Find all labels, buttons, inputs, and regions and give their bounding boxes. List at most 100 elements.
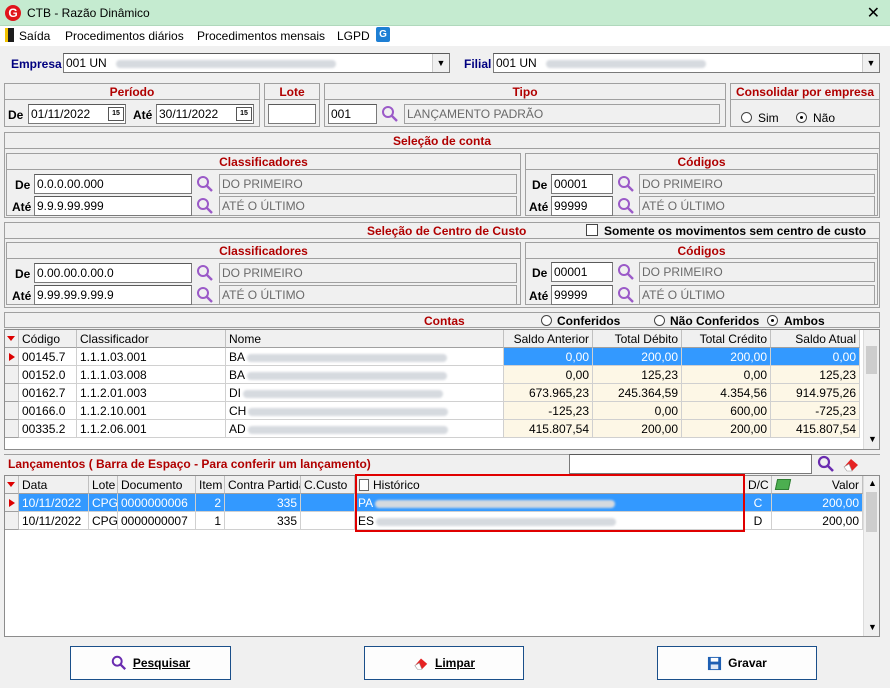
- lancamentos-search-input[interactable]: [569, 454, 812, 474]
- table-cell-nome[interactable]: CH: [226, 402, 504, 420]
- empresa-select[interactable]: 001 UN: [63, 53, 450, 73]
- table-cell-documento[interactable]: 0000000007: [118, 512, 196, 530]
- column-header[interactable]: C.Custo: [301, 476, 355, 494]
- search-icon[interactable]: [381, 105, 399, 123]
- scroll-down-icon[interactable]: ▼: [868, 434, 877, 444]
- scroll-thumb[interactable]: [866, 346, 877, 374]
- table-cell-saldo_anterior[interactable]: 0,00: [504, 366, 593, 384]
- column-header[interactable]: Lote: [89, 476, 118, 494]
- lote-input[interactable]: [268, 104, 316, 124]
- table-cell-dc[interactable]: C: [745, 494, 772, 512]
- lancamentos-scrollbar[interactable]: ▲ ▼: [863, 476, 879, 636]
- column-header[interactable]: Total Crédito: [682, 330, 771, 348]
- scroll-up-icon[interactable]: ▲: [868, 478, 877, 488]
- gravar-button[interactable]: Gravar: [657, 646, 817, 680]
- search-icon[interactable]: [196, 286, 214, 304]
- table-cell-data[interactable]: 10/11/2022: [19, 494, 89, 512]
- table-cell-nome[interactable]: BA: [226, 348, 504, 366]
- table-cell-total_credito[interactable]: 0,00: [682, 366, 771, 384]
- table-cell-classificador[interactable]: 1.1.1.03.001: [77, 348, 226, 366]
- column-header[interactable]: Documento: [118, 476, 196, 494]
- table-cell-total_credito[interactable]: 600,00: [682, 402, 771, 420]
- column-header[interactable]: Contra Partida: [225, 476, 301, 494]
- filial-select[interactable]: 001 UN: [493, 53, 880, 73]
- table-cell-codigo[interactable]: 00162.7: [19, 384, 77, 402]
- table-cell-saldo_anterior[interactable]: 673.965,23: [504, 384, 593, 402]
- search-icon[interactable]: [196, 175, 214, 193]
- table-cell-total_credito[interactable]: 200,00: [682, 348, 771, 366]
- filial-dropdown-icon[interactable]: ▼: [862, 54, 879, 72]
- conta-class-de-input[interactable]: 0.0.0.00.000: [34, 174, 192, 194]
- column-header[interactable]: Item: [196, 476, 225, 494]
- table-cell-codigo[interactable]: 00152.0: [19, 366, 77, 384]
- cc-cod-de-input[interactable]: 00001: [551, 262, 613, 282]
- column-header[interactable]: Saldo Anterior: [504, 330, 593, 348]
- table-cell-nome[interactable]: AD: [226, 420, 504, 438]
- empresa-dropdown-icon[interactable]: ▼: [432, 54, 449, 72]
- column-header[interactable]: D/C: [745, 476, 772, 494]
- search-icon[interactable]: [617, 263, 635, 281]
- menu-procedimentos-mensais[interactable]: Procedimentos mensais: [197, 29, 325, 43]
- pesquisar-button[interactable]: Pesquisar: [70, 646, 231, 680]
- row-indicator[interactable]: [5, 384, 19, 402]
- table-cell-classificador[interactable]: 1.1.2.06.001: [77, 420, 226, 438]
- column-header[interactable]: Saldo Atual: [771, 330, 860, 348]
- search-icon[interactable]: [617, 175, 635, 193]
- column-header[interactable]: Nome: [226, 330, 504, 348]
- table-cell-total_debito[interactable]: 125,23: [593, 366, 682, 384]
- tipo-code-input[interactable]: 001: [328, 104, 377, 124]
- cc-cod-ate-input[interactable]: 99999: [551, 285, 613, 305]
- table-cell-codigo[interactable]: 00335.2: [19, 420, 77, 438]
- filter-nao-conferidos-radio[interactable]: [654, 315, 665, 326]
- column-header[interactable]: Código: [19, 330, 77, 348]
- contas-scrollbar[interactable]: ▼: [863, 330, 879, 449]
- filter-conferidos-radio[interactable]: [541, 315, 552, 326]
- table-cell-codigo[interactable]: 00166.0: [19, 402, 77, 420]
- lgpd-app-icon[interactable]: G: [376, 27, 390, 42]
- column-header[interactable]: Data: [19, 476, 89, 494]
- table-cell-total_credito[interactable]: 200,00: [682, 420, 771, 438]
- row-indicator[interactable]: [5, 402, 19, 420]
- menu-saida[interactable]: Saída: [19, 29, 50, 43]
- table-cell-saldo_atual[interactable]: -725,23: [771, 402, 860, 420]
- table-cell-saldo_anterior[interactable]: -125,23: [504, 402, 593, 420]
- search-icon[interactable]: [817, 455, 835, 473]
- table-cell-item[interactable]: 1: [196, 512, 225, 530]
- table-cell-saldo_atual[interactable]: 0,00: [771, 348, 860, 366]
- calendar-icon[interactable]: 15: [236, 107, 252, 121]
- table-cell-classificador[interactable]: 1.1.2.10.001: [77, 402, 226, 420]
- table-cell-total_debito[interactable]: 0,00: [593, 402, 682, 420]
- table-cell-total_debito[interactable]: 245.364,59: [593, 384, 682, 402]
- row-indicator[interactable]: [5, 366, 19, 384]
- table-cell-contra[interactable]: 335: [225, 494, 301, 512]
- table-cell-classificador[interactable]: 1.1.1.03.008: [77, 366, 226, 384]
- conta-cod-de-input[interactable]: 00001: [551, 174, 613, 194]
- limpar-button[interactable]: Limpar: [364, 646, 524, 680]
- scroll-down-icon[interactable]: ▼: [868, 622, 877, 632]
- filter-ambos-radio[interactable]: [767, 315, 778, 326]
- row-indicator[interactable]: [5, 512, 19, 530]
- table-cell-nome[interactable]: BA: [226, 366, 504, 384]
- table-cell-saldo_atual[interactable]: 415.807,54: [771, 420, 860, 438]
- table-cell-dc[interactable]: D: [745, 512, 772, 530]
- conta-cod-ate-input[interactable]: 99999: [551, 196, 613, 216]
- cc-class-ate-input[interactable]: 9.99.99.9.99.9: [34, 285, 192, 305]
- table-cell-data[interactable]: 10/11/2022: [19, 512, 89, 530]
- search-icon[interactable]: [196, 197, 214, 215]
- table-cell-ccusto[interactable]: [301, 494, 355, 512]
- search-icon[interactable]: [196, 264, 214, 282]
- table-cell-total_debito[interactable]: 200,00: [593, 348, 682, 366]
- column-header[interactable]: Total Débito: [593, 330, 682, 348]
- column-header[interactable]: Classificador: [77, 330, 226, 348]
- table-cell-nome[interactable]: DI: [226, 384, 504, 402]
- search-icon[interactable]: [617, 286, 635, 304]
- table-cell-codigo[interactable]: 00145.7: [19, 348, 77, 366]
- table-cell-total_debito[interactable]: 200,00: [593, 420, 682, 438]
- table-cell-valor[interactable]: 200,00: [772, 494, 863, 512]
- table-cell-saldo_atual[interactable]: 914.975,26: [771, 384, 860, 402]
- menu-lgpd[interactable]: LGPD: [337, 29, 370, 43]
- table-cell-saldo_anterior[interactable]: 415.807,54: [504, 420, 593, 438]
- table-cell-total_credito[interactable]: 4.354,56: [682, 384, 771, 402]
- consolidar-sim-radio[interactable]: [741, 112, 752, 123]
- table-cell-contra[interactable]: 335: [225, 512, 301, 530]
